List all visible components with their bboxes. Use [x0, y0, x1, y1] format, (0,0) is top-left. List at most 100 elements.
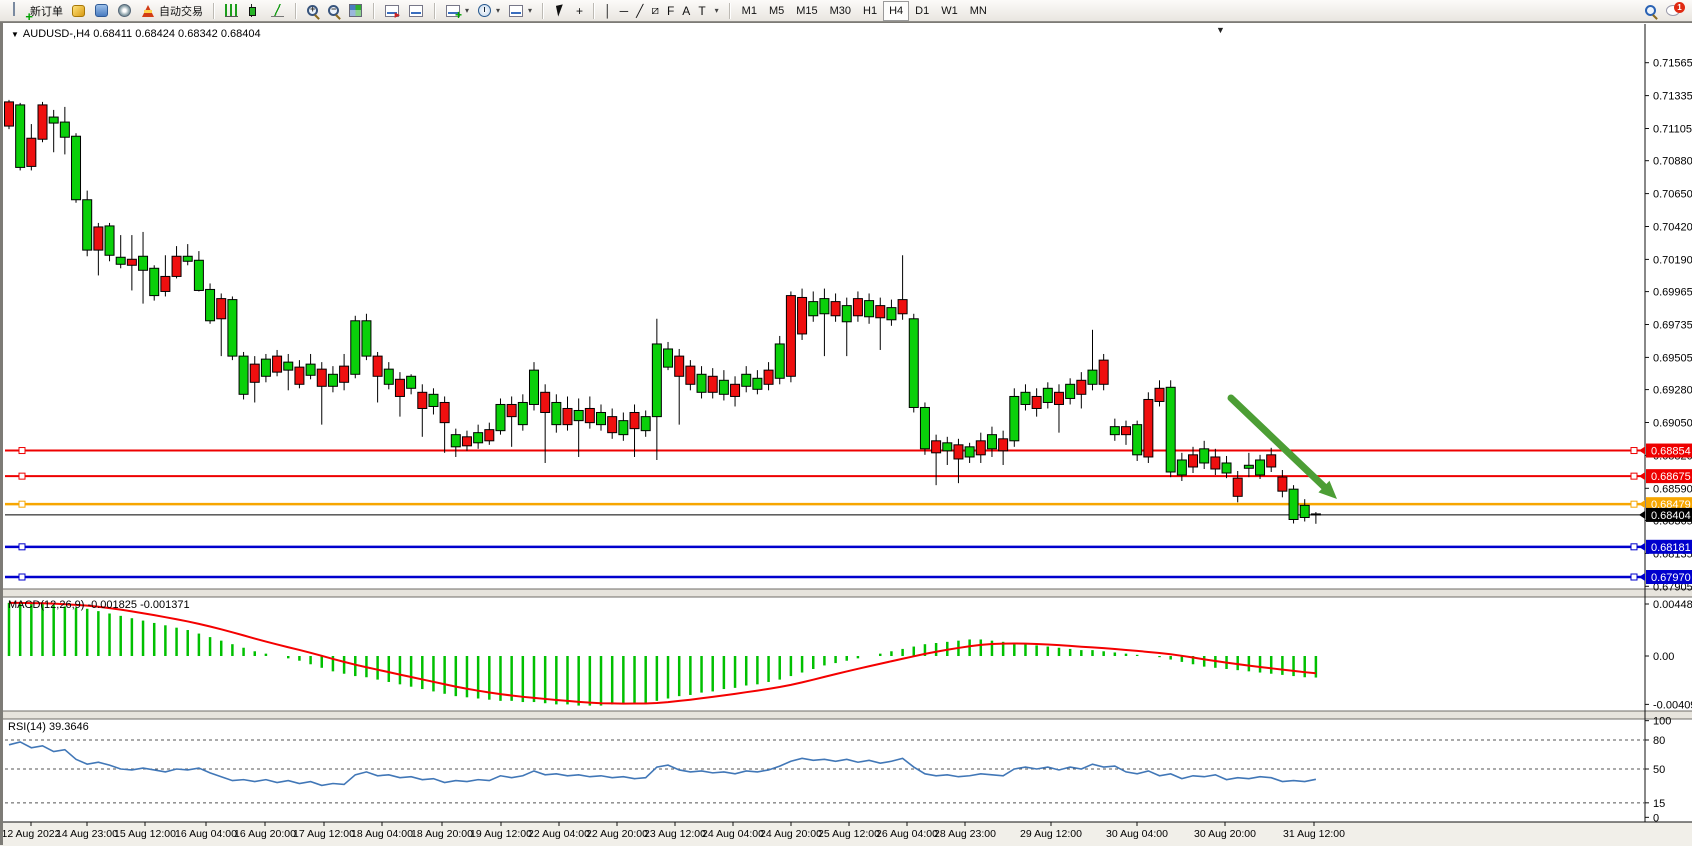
trendline-button[interactable]: ╱ — [632, 1, 647, 21]
fibonacci-button[interactable]: F — [663, 1, 678, 21]
toolbar-group-right: 1 — [1637, 0, 1688, 22]
candle — [451, 435, 460, 447]
candle — [820, 299, 829, 314]
hline-handle[interactable] — [19, 544, 25, 550]
candle — [552, 402, 561, 424]
candle — [395, 379, 404, 396]
date-label: 24 Aug 20:00 — [760, 828, 822, 840]
svg-text:0.70420: 0.70420 — [1653, 222, 1692, 234]
candle — [809, 302, 818, 316]
templates-button[interactable]: ▾ — [504, 1, 536, 21]
timeframe-m30[interactable]: M30 — [824, 1, 857, 21]
candle — [340, 366, 349, 382]
tile-windows-icon — [349, 4, 362, 17]
candle — [474, 433, 483, 443]
vertical-line-button[interactable]: │ — [600, 1, 616, 21]
indicators-icon — [446, 5, 460, 17]
timeframe-h4[interactable]: H4 — [883, 1, 909, 21]
cursor-button[interactable] — [549, 1, 572, 21]
candle — [127, 259, 136, 265]
svg-text:0.00: 0.00 — [1653, 651, 1674, 663]
candle — [1244, 465, 1253, 468]
hline-handle[interactable] — [1631, 448, 1637, 454]
zoom-out-icon: − — [328, 5, 339, 16]
svg-text:-0.004098: -0.004098 — [1653, 699, 1692, 711]
candle — [731, 384, 740, 396]
channel-button[interactable]: ⧄ — [647, 1, 663, 21]
hline-handle[interactable] — [1631, 544, 1637, 550]
auto-arrange-button[interactable] — [380, 1, 404, 21]
timeframe-m15[interactable]: M15 — [790, 1, 823, 21]
candle — [1144, 399, 1153, 457]
zoom-in-button[interactable]: + — [302, 1, 323, 21]
svg-text:50: 50 — [1653, 764, 1665, 776]
hline-handle[interactable] — [1631, 473, 1637, 479]
date-label: 28 Aug 23:00 — [934, 828, 996, 840]
arrows-tool-button[interactable]: ▾ — [710, 1, 723, 21]
candle — [1300, 505, 1309, 517]
candle — [38, 105, 47, 139]
candle — [686, 366, 695, 384]
chart-shift-button[interactable] — [404, 1, 428, 21]
text-tool-button[interactable]: A — [678, 1, 694, 21]
candle — [72, 136, 81, 200]
candle — [150, 268, 159, 295]
svg-text:80: 80 — [1653, 735, 1665, 747]
candle — [798, 297, 807, 333]
periods-button[interactable]: ▾ — [473, 1, 504, 21]
chart-window[interactable]: ▼AUDUSD-,H4 0.68411 0.68424 0.68342 0.68… — [0, 22, 1692, 845]
profile-button[interactable] — [90, 1, 113, 21]
hline-handle[interactable] — [1631, 501, 1637, 507]
candle — [865, 301, 874, 317]
label-tool-button[interactable]: T — [694, 1, 709, 21]
candle — [529, 370, 538, 404]
candle — [1200, 449, 1209, 463]
horizontal-line-button[interactable]: ─ — [616, 1, 633, 21]
candle — [27, 138, 36, 166]
svg-text:0.68590: 0.68590 — [1653, 483, 1692, 495]
channel-icon: ⧄ — [651, 3, 659, 18]
timeframe-m1[interactable]: M1 — [736, 1, 763, 21]
hline-handle[interactable] — [19, 448, 25, 454]
auto-trading-button[interactable]: 自动交易 — [136, 1, 207, 21]
candle — [753, 378, 762, 389]
timeframe-w1[interactable]: W1 — [935, 1, 964, 21]
crosshair-button[interactable]: + — [572, 1, 587, 21]
new-order-icon — [13, 2, 15, 16]
timeframe-d1[interactable]: D1 — [909, 1, 935, 21]
line-chart-button[interactable] — [266, 1, 289, 21]
bar-chart-icon — [225, 4, 238, 17]
tile-windows-button[interactable] — [344, 1, 367, 21]
candle — [652, 344, 661, 417]
candle — [831, 302, 840, 316]
candle — [987, 435, 996, 449]
indicators-button[interactable]: ▾ — [441, 1, 473, 21]
hline-handle[interactable] — [1631, 574, 1637, 580]
chart-symbol-title: ▼AUDUSD-,H4 0.68411 0.68424 0.68342 0.68… — [11, 28, 261, 40]
candle — [284, 362, 293, 370]
new-order-button[interactable]: 新订单 — [7, 1, 67, 21]
candle — [876, 306, 885, 318]
timeframe-h1[interactable]: H1 — [857, 1, 883, 21]
timeframe-m5[interactable]: M5 — [763, 1, 790, 21]
signal-button[interactable] — [113, 1, 136, 21]
hline-handle[interactable] — [19, 501, 25, 507]
chart-canvas[interactable]: 0.715650.713350.711050.708800.706500.704… — [3, 23, 1692, 846]
chat-button[interactable]: 1 — [1661, 1, 1685, 21]
hline-handle[interactable] — [19, 473, 25, 479]
search-button[interactable] — [1640, 1, 1661, 21]
toolbar-separator — [373, 3, 374, 19]
candle — [697, 374, 706, 392]
hline-handle[interactable] — [19, 574, 25, 580]
zoom-out-button[interactable]: − — [323, 1, 344, 21]
candle-chart-button[interactable] — [243, 1, 266, 21]
candle — [1043, 388, 1052, 402]
candle — [1032, 396, 1041, 408]
candle — [1010, 396, 1019, 440]
chart-background — [3, 23, 1692, 846]
candle — [597, 412, 606, 424]
styler-button[interactable] — [67, 1, 90, 21]
candle — [898, 300, 907, 314]
bar-chart-button[interactable] — [220, 1, 243, 21]
timeframe-mn[interactable]: MN — [964, 1, 993, 21]
